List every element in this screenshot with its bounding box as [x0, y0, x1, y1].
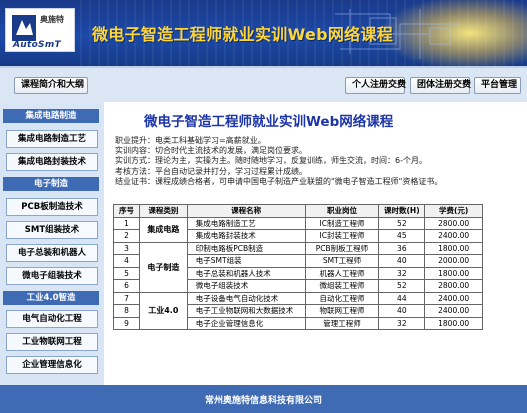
course-name: 电子设备电气自动化技术: [186, 291, 306, 305]
group-register-button[interactable]: 团体注册交费: [410, 77, 471, 94]
footer: 常州奥施特信息科技有限公司: [0, 385, 527, 413]
sidebar-section-electronics-manufacturing: 电子制造: [3, 177, 99, 191]
info-line: 实训方式：理论为主，实操为主。随时随地学习，反复训练，师生交流，时间：6-个月。: [115, 156, 427, 166]
main-content: 微电子智造工程师就业实训Web网络课程 职业提升：电类工科基础学习=高薪就业。 …: [104, 102, 527, 385]
info-line: 实训内容：切合时代主流技术的发展，满足岗位要求。: [115, 146, 307, 156]
course-name: 电子企业管理信息化: [186, 316, 306, 330]
sidebar: 集成电路制造 集成电路制造工艺 集成电路封装技术 电子制造 PCB板制造技术 S…: [0, 102, 104, 385]
sidebar-item-ic-packaging[interactable]: 集成电路封装技术: [6, 153, 98, 171]
nav-bar: 课程简介和大纲 个人注册交费 团体注册交费 平台管理: [0, 66, 527, 102]
company-logo: 奥施特 AutoSmT: [5, 8, 75, 52]
course-table: 序号 课程类别 课程名称 职业岗位 课时数(H) 学费(元) 1 集成电路 集成…: [113, 204, 483, 330]
category-cell: 工业4.0: [138, 291, 188, 330]
sidebar-item-industrial-iot[interactable]: 工业物联网工程: [6, 333, 98, 351]
info-line: 考核方法：平台自动记录并打分，学习过程累计成绩。: [115, 166, 307, 176]
info-line: 职业提升：电类工科基础学习=高薪就业。: [115, 136, 266, 145]
sidebar-item-assembly-robot[interactable]: 电子总装和机器人: [6, 244, 98, 262]
table-row: 1 集成电路 集成电路制造工艺 IC制造工程师 52 2800.00: [113, 216, 483, 243]
course-name: 电子工业物联网和大数据技术: [186, 304, 306, 318]
table-header-row: 序号 课程类别 课程名称 职业岗位 课时数(H) 学费(元): [113, 204, 483, 218]
sidebar-item-pcb[interactable]: PCB板制造技术: [6, 198, 98, 216]
platform-admin-button[interactable]: 平台管理: [474, 77, 521, 94]
logo-chinese-name: 奥施特: [40, 15, 64, 24]
table-row: 7 工业4.0 电子设备电气自动化技术 自动化工程师 44 2400.00: [113, 291, 483, 330]
course-name: 电子SMT组装: [186, 254, 306, 268]
col-header-job: 职业岗位: [304, 204, 380, 218]
header-banner: 奥施特 AutoSmT 微电子智造工程师就业实训Web网络课程: [0, 0, 527, 66]
sidebar-item-ic-process[interactable]: 集成电路制造工艺: [6, 130, 98, 148]
course-info: 职业提升：电类工科基础学习=高薪就业。 实训内容：切合时代主流技术的发展，满足岗…: [115, 136, 525, 187]
sidebar-item-enterprise-it[interactable]: 企业管理信息化: [6, 356, 98, 374]
site-title: 微电子智造工程师就业实训Web网络课程: [92, 25, 394, 44]
col-header-fee: 学费(元): [424, 204, 483, 218]
personal-register-button[interactable]: 个人注册交费: [345, 77, 406, 94]
logo-english-name: AutoSmT: [13, 40, 61, 50]
course-outline-button[interactable]: 课程简介和大纲: [14, 77, 88, 94]
col-header-category: 课程类别: [138, 204, 188, 218]
page-title: 微电子智造工程师就业实训Web网络课程: [144, 114, 394, 130]
category-cell: 电子制造: [138, 241, 188, 293]
company-name: 常州奥施特信息科技有限公司: [204, 396, 322, 406]
course-name: 微电子组装技术: [186, 279, 306, 293]
col-header-hours: 课时数(H): [378, 204, 426, 218]
col-header-name: 课程名称: [186, 204, 306, 218]
sidebar-item-smt[interactable]: SMT组装技术: [6, 221, 98, 239]
course-name: 电子总装和机器人技术: [186, 266, 306, 280]
logo-mark-icon: [12, 15, 36, 41]
course-name: 印制电路板PCB制造: [186, 241, 306, 255]
course-name: 集成电路制造工艺: [186, 216, 306, 230]
sidebar-section-ic-manufacturing: 集成电路制造: [3, 109, 99, 123]
sidebar-item-micro-assembly[interactable]: 微电子组装技术: [6, 267, 98, 285]
table-row: 3 电子制造 印制电路板PCB制造 PCB制板工程师 36 1800.00: [113, 241, 483, 293]
col-header-no: 序号: [113, 204, 140, 218]
category-cell: 集成电路: [138, 216, 188, 243]
sidebar-item-electrical-automation[interactable]: 电气自动化工程: [6, 310, 98, 328]
info-line: 结业证书：课程成绩合格者，可申请中国电子制造产业联盟的"微电子智造工程师"资格证…: [115, 176, 443, 186]
course-name: 集成电路封装技术: [186, 229, 306, 243]
sidebar-section-industry40: 工业4.0智造: [3, 291, 99, 305]
